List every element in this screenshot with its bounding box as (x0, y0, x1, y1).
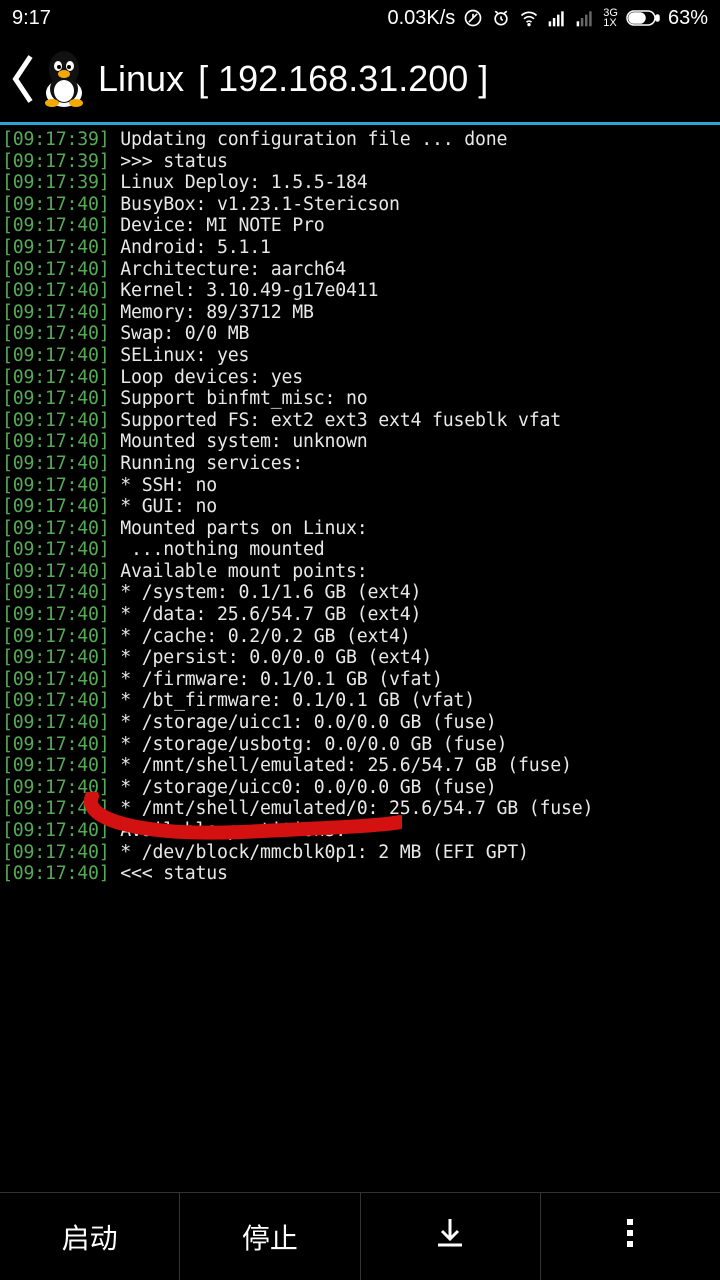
battery-percent: 63% (668, 7, 708, 30)
log-text: >>> status (120, 151, 228, 172)
log-text: Mounted system: unknown (120, 431, 367, 452)
log-timestamp: [09:17:40] (2, 496, 110, 517)
log-timestamp: [09:17:39] (2, 172, 110, 193)
log-timestamp: [09:17:40] (2, 453, 110, 474)
log-timestamp: [09:17:40] (2, 798, 110, 819)
log-text: Supported FS: ext2 ext3 ext4 fuseblk vfa… (120, 410, 561, 431)
log-timestamp: [09:17:40] (2, 259, 110, 280)
log-timestamp: [09:17:40] (2, 475, 110, 496)
log-timestamp: [09:17:40] (2, 367, 110, 388)
log-text: SELinux: yes (120, 345, 249, 366)
log-text: Loop devices: yes (120, 367, 303, 388)
log-timestamp: [09:17:40] (2, 712, 110, 733)
log-text: Architecture: aarch64 (120, 259, 346, 280)
app-bar: Linux [ 192.168.31.200 ] (0, 36, 720, 122)
log-text: Mounted parts on Linux: (120, 518, 367, 539)
log-text: BusyBox: v1.23.1-Stericson (120, 194, 400, 215)
log-text: Kernel: 3.10.49-g17e0411 (120, 280, 378, 301)
log-text: * /dev/block/mmcblk0p1: 2 MB (EFI GPT) (120, 842, 529, 863)
log-timestamp: [09:17:40] (2, 582, 110, 603)
log-text: * /bt_firmware: 0.1/0.1 GB (vfat) (120, 690, 475, 711)
log-timestamp: [09:17:40] (2, 842, 110, 863)
menu-icon (612, 1215, 648, 1258)
log-timestamp: [09:17:40] (2, 669, 110, 690)
log-timestamp: [09:17:40] (2, 215, 110, 236)
log-timestamp: [09:17:40] (2, 690, 110, 711)
log-text: Available partitions: (120, 820, 346, 841)
log-timestamp: [09:17:39] (2, 151, 110, 172)
log-timestamp: [09:17:40] (2, 755, 110, 776)
log-timestamp: [09:17:40] (2, 561, 110, 582)
status-bar: 9:17 0.03K/s 3G1X 63% (0, 0, 720, 36)
log-timestamp: [09:17:40] (2, 647, 110, 668)
log-text: * /firmware: 0.1/0.1 GB (vfat) (120, 669, 443, 690)
log-text: Memory: 89/3712 MB (120, 302, 314, 323)
log-text: Available mount points: (120, 561, 367, 582)
log-timestamp: [09:17:40] (2, 820, 110, 841)
log-text: Linux Deploy: 1.5.5-184 (120, 172, 367, 193)
stop-button[interactable]: 停止 (180, 1193, 360, 1280)
log-timestamp: [09:17:40] (2, 518, 110, 539)
log-timestamp: [09:17:40] (2, 431, 110, 452)
log-timestamp: [09:17:40] (2, 863, 110, 884)
status-time: 9:17 (12, 7, 51, 30)
log-text: * /persist: 0.0/0.0 GB (ext4) (120, 647, 432, 668)
log-timestamp: [09:17:39] (2, 129, 110, 150)
start-label: 启动 (62, 1217, 118, 1257)
start-button[interactable]: 启动 (0, 1193, 180, 1280)
log-text: ...nothing mounted (120, 539, 324, 560)
log-timestamp: [09:17:40] (2, 280, 110, 301)
terminal-output[interactable]: [09:17:39] Updating configuration file .… (0, 125, 720, 889)
network-speed: 0.03K/s (387, 7, 455, 30)
download-button[interactable] (361, 1193, 541, 1280)
log-text: Android: 5.1.1 (120, 237, 271, 258)
log-text: * /mnt/shell/emulated/0: 25.6/54.7 GB (f… (120, 798, 593, 819)
log-timestamp: [09:17:40] (2, 237, 110, 258)
app-ip: [ 192.168.31.200 ] (198, 58, 488, 100)
log-text: Device: MI NOTE Pro (120, 215, 324, 236)
alarm-icon (491, 8, 511, 28)
signal-1-icon (547, 8, 567, 28)
log-timestamp: [09:17:40] (2, 302, 110, 323)
log-timestamp: [09:17:40] (2, 734, 110, 755)
tux-icon (38, 49, 90, 109)
app-title: Linux [ 192.168.31.200 ] (98, 58, 488, 100)
log-text: * /mnt/shell/emulated: 25.6/54.7 GB (fus… (120, 755, 572, 776)
log-text: <<< status (120, 863, 228, 884)
log-text: * /storage/uicc0: 0.0/0.0 GB (fuse) (120, 777, 496, 798)
log-text: * SSH: no (120, 475, 217, 496)
log-timestamp: [09:17:40] (2, 777, 110, 798)
log-text: * /system: 0.1/1.6 GB (ext4) (120, 582, 421, 603)
log-timestamp: [09:17:40] (2, 604, 110, 625)
back-button[interactable] (8, 54, 38, 104)
stop-label: 停止 (242, 1217, 298, 1257)
log-timestamp: [09:17:40] (2, 388, 110, 409)
status-right: 0.03K/s 3G1X 63% (387, 7, 708, 30)
mute-icon (463, 8, 483, 28)
log-text: * /storage/usbotg: 0.0/0.0 GB (fuse) (120, 734, 507, 755)
log-timestamp: [09:17:40] (2, 323, 110, 344)
log-timestamp: [09:17:40] (2, 194, 110, 215)
log-text: Running services: (120, 453, 303, 474)
log-text: * /storage/uicc1: 0.0/0.0 GB (fuse) (120, 712, 496, 733)
log-text: * /data: 25.6/54.7 GB (ext4) (120, 604, 421, 625)
log-text: Swap: 0/0 MB (120, 323, 249, 344)
log-timestamp: [09:17:40] (2, 410, 110, 431)
log-text: Support binfmt_misc: no (120, 388, 367, 409)
log-text: * /cache: 0.2/0.2 GB (ext4) (120, 626, 410, 647)
download-icon (432, 1215, 468, 1258)
signal-2-icon (575, 8, 595, 28)
network-type: 3G1X (603, 8, 618, 28)
battery-icon (626, 8, 660, 28)
menu-button[interactable] (541, 1193, 720, 1280)
log-text: * GUI: no (120, 496, 217, 517)
log-timestamp: [09:17:40] (2, 626, 110, 647)
log-timestamp: [09:17:40] (2, 345, 110, 366)
app-name: Linux (98, 58, 184, 100)
wifi-icon (519, 8, 539, 28)
log-timestamp: [09:17:40] (2, 539, 110, 560)
log-text: Updating configuration file ... done (120, 129, 507, 150)
bottom-bar: 启动 停止 (0, 1192, 720, 1280)
